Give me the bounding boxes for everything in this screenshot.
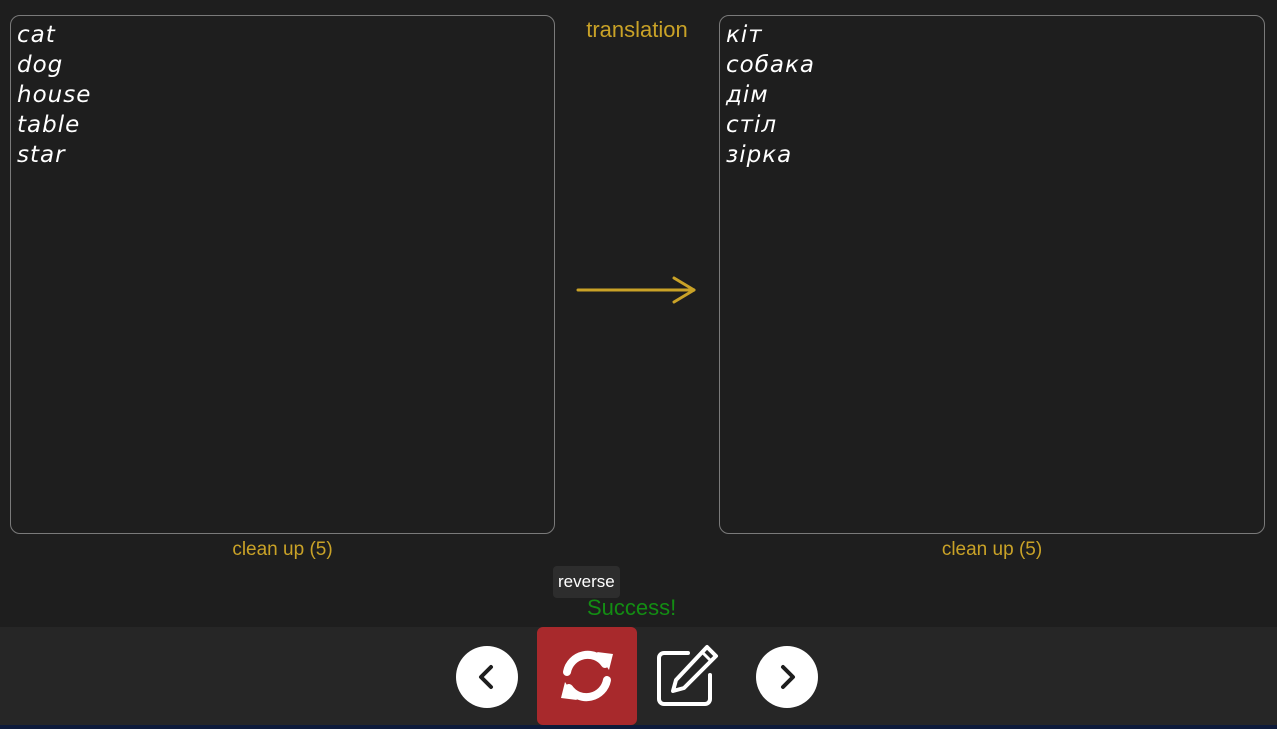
chevron-left-icon bbox=[479, 665, 493, 689]
chevron-right-icon bbox=[781, 665, 795, 689]
edit-icon bbox=[657, 645, 718, 706]
target-cleanup-link[interactable]: clean up (5) bbox=[719, 539, 1265, 561]
status-message: Success! bbox=[587, 595, 677, 620]
source-words-textarea[interactable]: cat dog house table star bbox=[10, 15, 555, 534]
source-word: house bbox=[17, 82, 92, 108]
translation-label: translation bbox=[586, 17, 688, 42]
source-word: cat bbox=[17, 22, 56, 48]
source-word: table bbox=[17, 112, 81, 138]
target-words-textarea[interactable]: кіт собака дім стіл зірка bbox=[719, 15, 1265, 534]
source-cleanup-link[interactable]: clean up (5) bbox=[10, 539, 555, 561]
next-button[interactable] bbox=[756, 646, 818, 708]
sync-icon bbox=[561, 650, 613, 702]
bottom-toolbar bbox=[0, 627, 1277, 729]
target-word: кіт bbox=[726, 22, 763, 48]
edit-button[interactable] bbox=[654, 643, 720, 709]
reverse-button[interactable] bbox=[537, 627, 637, 725]
target-word: дім bbox=[726, 82, 769, 108]
source-word: star bbox=[17, 142, 66, 168]
reverse-tooltip: reverse bbox=[553, 566, 620, 598]
bottom-divider bbox=[0, 725, 1277, 729]
source-word: dog bbox=[17, 52, 64, 78]
target-word: собака bbox=[726, 52, 815, 78]
target-word: стіл bbox=[726, 112, 778, 138]
previous-button[interactable] bbox=[456, 646, 518, 708]
target-word: зірка bbox=[726, 142, 793, 168]
arrow-right-icon bbox=[576, 276, 696, 304]
